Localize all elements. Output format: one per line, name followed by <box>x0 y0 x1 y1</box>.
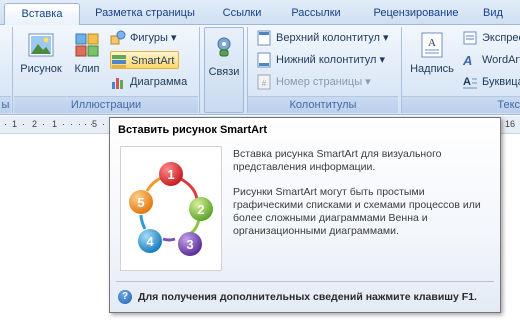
dropcap-icon: A <box>462 74 478 90</box>
clip-label: Клип <box>74 63 100 75</box>
express-blocks-label: Экспрес <box>482 32 520 44</box>
page-number-button[interactable]: # Номер страницы ▾ <box>256 73 371 91</box>
picture-button[interactable]: Рисунок <box>18 31 64 75</box>
tab-references[interactable]: Ссылки <box>214 3 270 25</box>
express-blocks-icon <box>462 30 478 46</box>
smartart-label: SmartArt <box>131 55 175 67</box>
wordart-button[interactable]: A WordArt <box>462 51 520 69</box>
footer-icon <box>256 52 272 68</box>
textbox-button[interactable]: A Надпись <box>406 31 458 75</box>
svg-text:5: 5 <box>137 195 144 210</box>
header-label: Верхний колонтитул <box>276 32 380 44</box>
svg-text:4: 4 <box>146 234 154 249</box>
dropcap-button[interactable]: A Буквица <box>462 73 520 91</box>
ruler-tick: · <box>62 119 65 129</box>
group-label-partial: ы <box>0 96 11 113</box>
diagram-circle-1: 1 <box>159 162 183 186</box>
tooltip-title: Вставить рисунок SmartArt <box>118 124 268 136</box>
footer-label: Нижний колонтитул <box>276 54 377 66</box>
dropcap-label: Буквица <box>482 76 520 88</box>
ruler-tick: · <box>84 119 87 129</box>
textbox-icon: A <box>418 31 446 59</box>
footer-button[interactable]: Нижний колонтитул ▾ <box>256 51 385 69</box>
smartart-tooltip: Вставить рисунок SmartArt 1 2 3 4 5 Вста… <box>109 117 501 313</box>
wordart-icon: A <box>462 52 478 68</box>
ruler-tick: · <box>4 119 7 129</box>
group-label-illustrations: Иллюстрации <box>14 96 198 113</box>
tab-page-layout[interactable]: Разметка страницы <box>86 3 204 25</box>
shapes-button[interactable]: Фигуры ▾ <box>110 29 177 47</box>
page-number-label: Номер страницы <box>276 76 363 88</box>
ruler-tick: · <box>78 119 81 129</box>
ruler-tick: 1 <box>12 119 18 129</box>
svg-text:2: 2 <box>197 202 204 217</box>
tooltip-divider <box>116 281 494 282</box>
svg-text:1: 1 <box>167 167 174 182</box>
picture-icon <box>27 31 55 59</box>
chart-label: Диаграмма <box>130 76 188 88</box>
tab-view[interactable]: Вид <box>478 3 508 25</box>
group-label-text: Текс <box>402 96 520 113</box>
ruler-tick: · <box>22 119 25 129</box>
shapes-icon <box>110 30 126 46</box>
clip-button[interactable]: Клип <box>72 31 102 75</box>
tooltip-description-2: Рисунки SmartArt могут быть простыми гра… <box>233 186 481 237</box>
ruler-number: 16 <box>505 119 516 129</box>
express-blocks-button[interactable]: Экспрес <box>462 29 520 47</box>
textbox-label: Надпись <box>410 63 454 75</box>
smartart-icon <box>111 53 127 69</box>
picture-label: Рисунок <box>20 63 62 75</box>
ruler-tick: · <box>42 119 45 129</box>
diagram-circle-2: 2 <box>189 197 213 221</box>
links-button[interactable]: Связи <box>204 27 244 113</box>
tab-mailings[interactable]: Рассылки <box>282 3 350 25</box>
svg-text:A: A <box>463 76 471 88</box>
ruler-tick: 2 <box>32 119 38 129</box>
chart-icon <box>110 74 126 90</box>
group-separator <box>12 27 13 113</box>
ribbon-tab-bar: Вставка Разметка страницы Ссылки Рассылк… <box>0 0 520 25</box>
group-label-headers: Колонтитулы <box>248 96 398 113</box>
links-label: Связи <box>208 66 240 78</box>
diagram-circle-3: 3 <box>178 232 202 256</box>
clip-art-icon <box>73 31 101 59</box>
shapes-label: Фигуры <box>130 32 168 44</box>
smartart-preview-image: 1 2 3 4 5 <box>120 146 222 271</box>
tooltip-description: Вставка рисунка SmartArt для визуального… <box>233 148 495 238</box>
wordart-label: WordArt <box>482 54 520 66</box>
diagram-circle-4: 4 <box>138 229 162 253</box>
ruler-tick: · <box>70 119 73 129</box>
tooltip-help: ? Для получения дополнительных сведений н… <box>118 290 477 304</box>
group-separator <box>199 27 200 113</box>
header-icon <box>256 30 272 46</box>
ruler-tick: · <box>102 119 105 129</box>
help-icon: ? <box>118 290 132 304</box>
ruler-tick: 5 <box>92 119 98 129</box>
smartart-button[interactable]: SmartArt <box>110 51 180 69</box>
diagram-circle-5: 5 <box>129 190 153 214</box>
tab-review[interactable]: Рецензирование <box>362 3 470 25</box>
svg-text:3: 3 <box>186 237 193 252</box>
chart-button[interactable]: Диаграмма <box>110 73 187 91</box>
ribbon: ы Рисунок Клип Фигуры ▾ SmartArt Диаграм… <box>0 25 520 115</box>
ruler-tick: 1 <box>52 119 58 129</box>
page-number-icon: # <box>256 74 272 90</box>
tab-insert[interactable]: Вставка <box>4 3 80 25</box>
svg-text:A: A <box>462 53 472 68</box>
tooltip-help-text: Для получения дополнительных сведений на… <box>138 290 477 303</box>
links-icon <box>210 34 238 62</box>
header-button[interactable]: Верхний колонтитул ▾ <box>256 29 389 47</box>
svg-text:#: # <box>262 79 267 88</box>
tooltip-description-1: Вставка рисунка SmartArt для визуального… <box>233 148 442 173</box>
svg-text:A: A <box>428 37 436 49</box>
